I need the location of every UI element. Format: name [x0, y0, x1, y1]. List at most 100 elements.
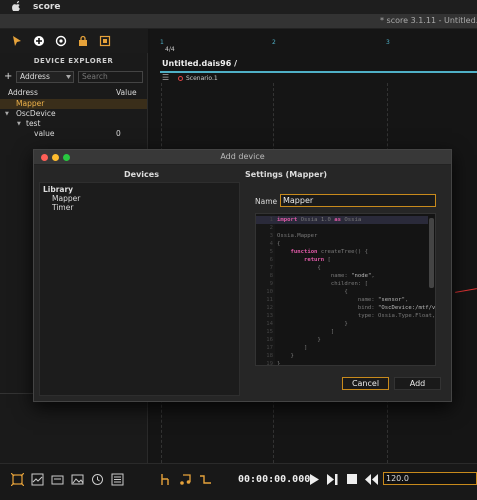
address-filter-value: Address: [20, 72, 50, 81]
line-number: 1: [269, 217, 273, 223]
tree-item-test[interactable]: ▼ test: [0, 119, 147, 129]
add-button[interactable]: Add: [394, 377, 441, 390]
line-number: 13: [266, 313, 273, 319]
code-line: 6 return [: [256, 256, 428, 264]
code-line: 19}: [256, 360, 428, 366]
reinitialize-icon[interactable]: [364, 472, 378, 486]
device-type-mapper[interactable]: Mapper: [52, 194, 80, 203]
code-line: 17 ]: [256, 344, 428, 352]
line-number: 9: [269, 281, 273, 287]
menu-icon[interactable]: ☰: [162, 73, 169, 82]
line-number: 6: [269, 257, 273, 263]
add-icon[interactable]: [32, 34, 46, 48]
code-line: 1 import Ossia 1.0 as Ossia: [256, 216, 428, 224]
tree-item-label: OscDevice: [16, 109, 56, 118]
code-line: 5 function createTree() {: [256, 248, 428, 256]
code-line: 7 {: [256, 264, 428, 272]
code-line: 14 }: [256, 320, 428, 328]
scrollbar[interactable]: [429, 218, 434, 288]
code-text: }: [317, 337, 321, 343]
code-line: 11 name: "sensor",: [256, 296, 428, 304]
play-icon[interactable]: [307, 472, 321, 486]
line-number: 14: [266, 321, 273, 327]
chart-icon[interactable]: [30, 472, 44, 486]
tree-item-value[interactable]: value 0: [0, 129, 147, 139]
music-note-icon[interactable]: [178, 472, 192, 486]
search-input[interactable]: Search: [78, 70, 143, 83]
code-text: ]: [303, 345, 308, 351]
lock-icon[interactable]: [76, 34, 90, 48]
code-line: 4{: [256, 240, 428, 248]
code-text: type: Ossia.Type.Float,: [357, 313, 436, 319]
stop-icon[interactable]: [345, 472, 359, 486]
dialog-titlebar: Add device: [34, 150, 451, 165]
column-value[interactable]: Value: [116, 88, 137, 97]
column-address[interactable]: Address: [8, 88, 38, 97]
code-text: Ossia.Mapper: [277, 233, 318, 239]
tree-item-label: test: [26, 119, 41, 128]
transport-bar: 00:00:00.000 120.0: [0, 463, 477, 500]
device-explorer-header: DEVICE EXPLORER: [33, 57, 114, 65]
tempo-field[interactable]: 120.0: [383, 472, 477, 485]
add-device-button[interactable]: +: [4, 71, 12, 82]
state-dot[interactable]: [178, 76, 183, 81]
line-number: 15: [266, 329, 273, 335]
tree-item-mapper[interactable]: Mapper: [0, 99, 147, 109]
image-icon[interactable]: [70, 472, 84, 486]
explorer-column-headers: Address Value: [0, 88, 147, 98]
code-text: }: [277, 361, 281, 366]
scale-icon[interactable]: [98, 34, 112, 48]
device-list: Library Mapper Timer: [39, 182, 240, 396]
scenario-interval[interactable]: [160, 71, 477, 73]
qml-code-editor[interactable]: 1 import Ossia 1.0 as Ossia 2 3 Ossia.Mapper…: [255, 213, 436, 366]
app-menu[interactable]: score: [33, 2, 60, 12]
library-category[interactable]: Library: [43, 185, 73, 194]
apple-menu-icon[interactable]: [12, 0, 21, 14]
messages-icon[interactable]: [110, 472, 124, 486]
play-global-icon[interactable]: [325, 472, 339, 486]
code-line: 2: [256, 224, 428, 232]
name-input[interactable]: Mapper: [280, 194, 436, 207]
dialog-title: Add device: [220, 152, 265, 161]
library-icon[interactable]: [50, 472, 64, 486]
edit-toolbar: [0, 29, 148, 53]
code-text: import Ossia 1.0 as Ossia: [277, 217, 362, 223]
address-filter-select[interactable]: Address: [16, 70, 74, 83]
line-number: 19: [266, 361, 273, 366]
ruler-tick: 3: [386, 39, 390, 46]
chevron-down-icon[interactable]: ▼: [17, 119, 21, 129]
select-tool-icon[interactable]: [10, 34, 24, 48]
tree-item-value-field: 0: [116, 129, 121, 138]
history-icon[interactable]: [90, 472, 104, 486]
document-title: Untitled.dais96 /: [162, 59, 237, 68]
line-number: 10: [266, 289, 273, 295]
ruler-tick: 2: [272, 39, 276, 46]
graph-interval-icon[interactable]: [158, 472, 172, 486]
chevron-down-icon: [66, 72, 71, 81]
chevron-down-icon[interactable]: ▼: [5, 109, 9, 119]
tree-item-oscdevice[interactable]: ▼ OscDevice: [0, 109, 147, 119]
add-device-dialog: Add device Devices Settings (Mapper) Lib…: [33, 149, 452, 402]
line-number: 3: [269, 233, 273, 239]
line-number: 12: [266, 305, 273, 311]
macos-menubar: score: [0, 0, 477, 14]
device-type-timer[interactable]: Timer: [52, 203, 73, 212]
line-number: 7: [269, 265, 273, 271]
code-line: 12 bind: "OscDevice:/mtf/value",: [256, 304, 435, 312]
code-text: {: [317, 265, 321, 271]
code-text: name: "sensor",: [357, 297, 409, 303]
line-number: 17: [266, 345, 273, 351]
inspector-icon[interactable]: [10, 472, 24, 486]
code-text: {: [277, 241, 281, 247]
code-text: bind: "OscDevice:/mtf/value",: [357, 305, 436, 311]
time-ruler[interactable]: 1 2 3: [150, 39, 477, 49]
line-number: 2: [269, 225, 273, 231]
play-from-here-icon[interactable]: [54, 34, 68, 48]
code-line: 9 children: [: [256, 280, 428, 288]
line-number: 18: [266, 353, 273, 359]
code-text: {: [344, 289, 348, 295]
time-signature[interactable]: 4/4: [165, 46, 175, 53]
cancel-button[interactable]: Cancel: [342, 377, 389, 390]
automation-icon[interactable]: [198, 472, 212, 486]
tree-item-label: value: [34, 129, 55, 138]
